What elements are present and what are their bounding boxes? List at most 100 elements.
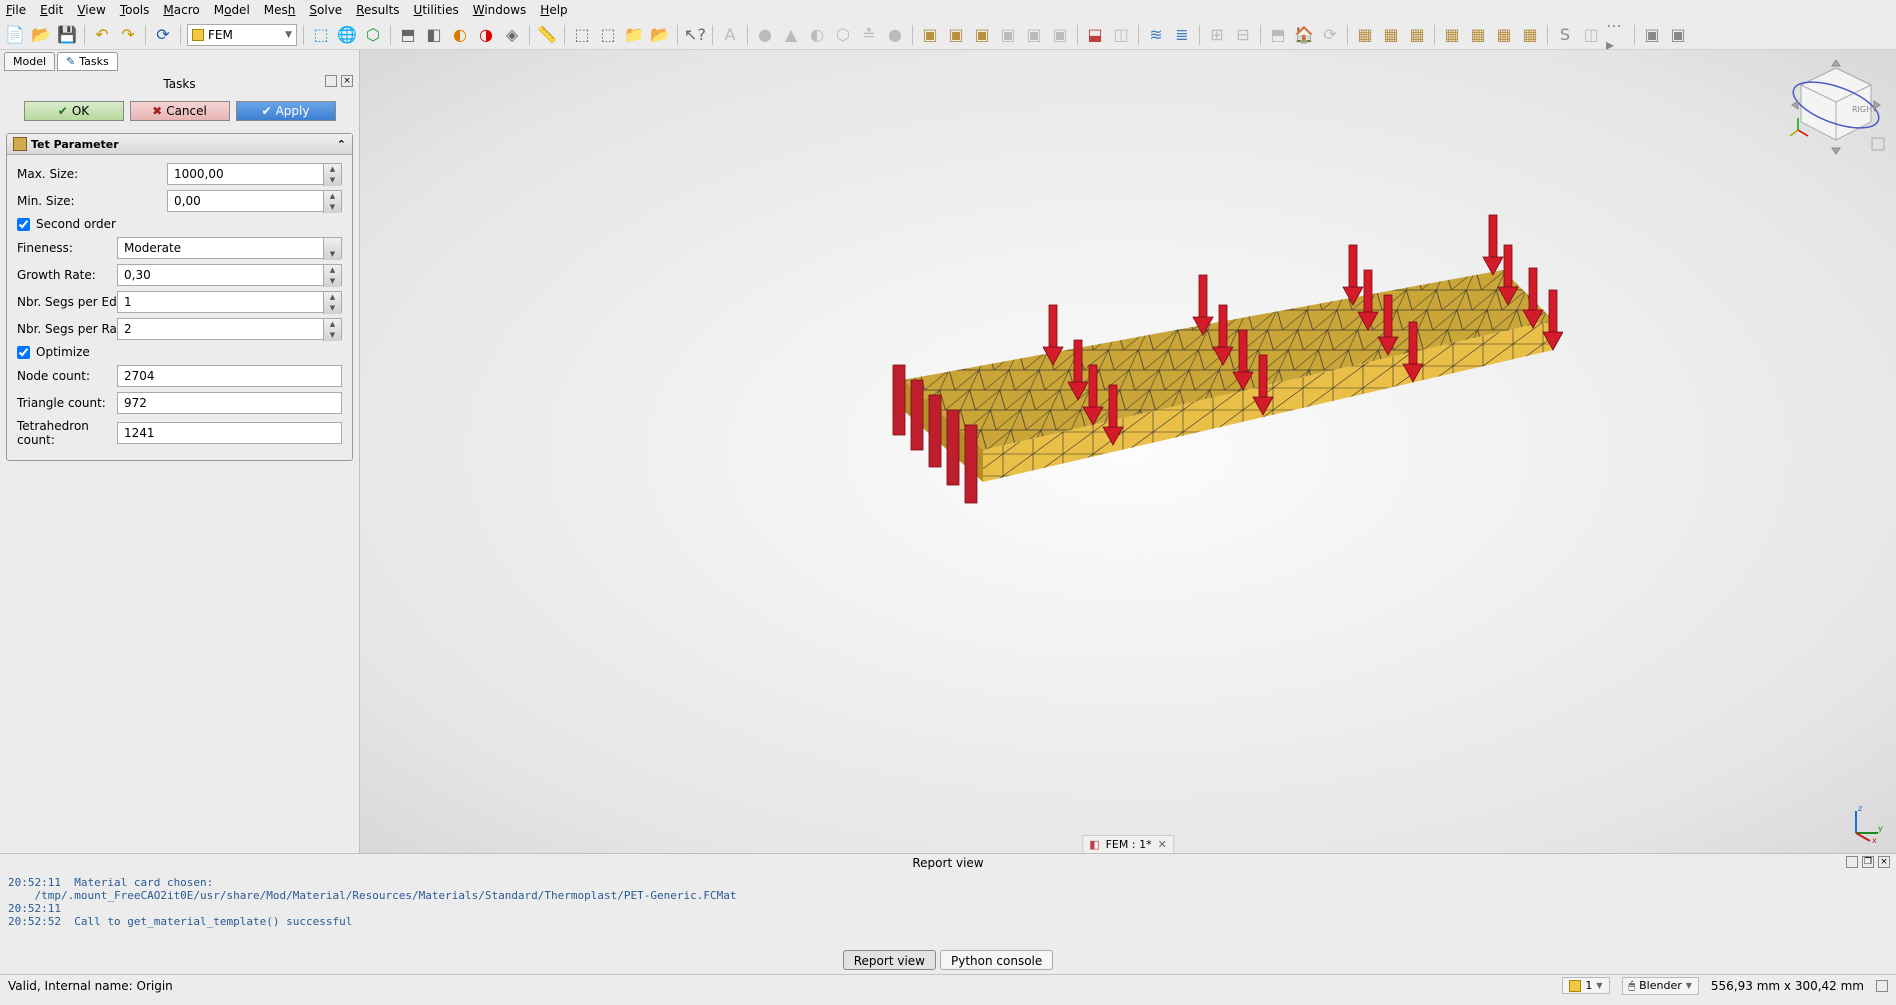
toolbar-icon-12[interactable]: 📂 (649, 24, 671, 46)
apply-button[interactable]: ✔ Apply (236, 101, 336, 121)
group-icon-2[interactable]: ▦ (1380, 24, 1402, 46)
menu-macro[interactable]: Macro (163, 3, 199, 17)
close-panel-icon[interactable]: × (341, 75, 353, 87)
menu-utilities[interactable]: Utilities (414, 3, 459, 17)
toolbar-icon-2[interactable]: 🌐 (336, 24, 358, 46)
3d-viewport[interactable]: RIGHT z (360, 50, 1896, 853)
undock-icon[interactable] (1846, 856, 1858, 868)
toolbar-icon-8[interactable]: ◈ (501, 24, 523, 46)
cube-icon-2[interactable]: ▣ (1667, 24, 1689, 46)
constraint-icon-2[interactable]: ◫ (1110, 24, 1132, 46)
segs-radius-input[interactable]: 2 ▲▼ (117, 318, 342, 340)
dropdown-icon[interactable]: ▼ (323, 238, 341, 260)
refresh-icon[interactable]: ⟳ (152, 24, 174, 46)
toolbar-icon-28[interactable]: 🏠 (1293, 24, 1315, 46)
group-icon-7[interactable]: ▦ (1519, 24, 1541, 46)
toolbar-icon-25[interactable]: ⊞ (1206, 24, 1228, 46)
toolbar-icon-33[interactable]: ⋯▸ (1606, 24, 1628, 46)
menu-mesh[interactable]: Mesh (264, 3, 296, 17)
box-icon-5[interactable]: ▣ (1023, 24, 1045, 46)
document-tab[interactable]: ◧ FEM : 1* ✕ (1082, 835, 1174, 853)
box-icon-6[interactable]: ▣ (1049, 24, 1071, 46)
workbench-selector[interactable]: FEM ▼ (187, 24, 297, 46)
menu-results[interactable]: Results (356, 3, 399, 17)
undock-icon[interactable] (325, 75, 337, 87)
toolbar-icon-5[interactable]: ◧ (423, 24, 445, 46)
menu-help[interactable]: Help (540, 3, 567, 17)
box-icon-4[interactable]: ▣ (997, 24, 1019, 46)
segs-edge-input[interactable]: 1 ▲▼ (117, 291, 342, 313)
s-icon[interactable]: S (1554, 24, 1576, 46)
menu-model[interactable]: Model (214, 3, 250, 17)
group-icon-3[interactable]: ▦ (1406, 24, 1428, 46)
spinner-buttons[interactable]: ▲▼ (323, 265, 341, 287)
menu-windows[interactable]: Windows (473, 3, 527, 17)
toolbar-icon-4[interactable]: ⬒ (397, 24, 419, 46)
menu-tools[interactable]: Tools (120, 3, 150, 17)
redo-icon[interactable]: ↷ (117, 24, 139, 46)
pointer-icon[interactable]: ↖? (684, 24, 706, 46)
cancel-button[interactable]: ✖ Cancel (130, 101, 230, 121)
sphere-icon[interactable]: ● (754, 24, 776, 46)
toolbar-icon-16[interactable]: ⬡ (832, 24, 854, 46)
spinner-buttons[interactable]: ▲▼ (323, 191, 341, 213)
toolbar-icon-29[interactable]: ⟳ (1319, 24, 1341, 46)
box-icon-1[interactable]: ▣ (919, 24, 941, 46)
toolbar-icon-3[interactable]: ⬡ (362, 24, 384, 46)
toolbar-icon-7[interactable]: ◑ (475, 24, 497, 46)
constraint-icon-1[interactable]: ⬓ (1084, 24, 1106, 46)
group-icon-5[interactable]: ▦ (1467, 24, 1489, 46)
toolbar-icon-6[interactable]: ◐ (449, 24, 471, 46)
stack-icon[interactable]: ≣ (1171, 24, 1193, 46)
tab-tasks[interactable]: ✎ Tasks (57, 52, 118, 71)
toolbar-icon-32[interactable]: ◫ (1580, 24, 1602, 46)
cube-icon-1[interactable]: ▣ (1641, 24, 1663, 46)
toolbar-icon-26[interactable]: ⊟ (1232, 24, 1254, 46)
box-icon-3[interactable]: ▣ (971, 24, 993, 46)
cone-icon[interactable]: ▲ (780, 24, 802, 46)
toolbar-icon-11[interactable]: 📁 (623, 24, 645, 46)
ok-button[interactable]: ✔ OK (24, 101, 124, 121)
restore-icon[interactable]: ❐ (1862, 856, 1874, 868)
text-icon[interactable]: A (719, 24, 741, 46)
toolbar-icon-15[interactable]: ◐ (806, 24, 828, 46)
wave-icon[interactable]: ≋ (1145, 24, 1167, 46)
new-icon[interactable]: 📄 (4, 24, 26, 46)
box-icon-2[interactable]: ▣ (945, 24, 967, 46)
toolbar-icon-18[interactable]: ● (884, 24, 906, 46)
group-icon-1[interactable]: ▦ (1354, 24, 1376, 46)
menu-edit[interactable]: Edit (40, 3, 63, 17)
menu-view[interactable]: View (77, 3, 105, 17)
status-end-icon[interactable] (1876, 980, 1888, 992)
toolbar-icon-9[interactable]: ⬚ (571, 24, 593, 46)
group-icon-4[interactable]: ▦ (1441, 24, 1463, 46)
report-content[interactable]: 20:52:11 Material card chosen: /tmp/.mou… (0, 872, 1896, 946)
save-icon[interactable]: 💾 (56, 24, 78, 46)
panel-title[interactable]: Tet Parameter ⌃ (7, 134, 352, 155)
navigation-cube[interactable]: RIGHT (1786, 60, 1886, 160)
menu-solve[interactable]: Solve (309, 3, 342, 17)
open-icon[interactable]: 📂 (30, 24, 52, 46)
fineness-select[interactable]: Moderate ▼ (117, 237, 342, 259)
close-doc-icon[interactable]: ✕ (1158, 838, 1167, 851)
toolbar-icon-27[interactable]: ⬒ (1267, 24, 1289, 46)
spinner-buttons[interactable]: ▲▼ (323, 292, 341, 314)
menu-file[interactable]: File (6, 3, 26, 17)
tab-python-console[interactable]: Python console (940, 950, 1053, 970)
toolbar-icon-1[interactable]: ⬚ (310, 24, 332, 46)
spinner-buttons[interactable]: ▲▼ (323, 164, 341, 186)
toolbar-icon-10[interactable]: ⬚ (597, 24, 619, 46)
ruler-icon[interactable]: 📏 (536, 24, 558, 46)
spinner-buttons[interactable]: ▲▼ (323, 319, 341, 341)
max-size-input[interactable]: 1000,00 ▲▼ (167, 163, 342, 185)
toolbar-icon-17[interactable]: ≛ (858, 24, 880, 46)
status-badge[interactable]: 1 ▼ (1562, 977, 1609, 994)
tab-model[interactable]: Model (4, 52, 55, 71)
growth-rate-input[interactable]: 0,30 ▲▼ (117, 264, 342, 286)
optimize-checkbox[interactable] (17, 346, 30, 359)
group-icon-6[interactable]: ▦ (1493, 24, 1515, 46)
tab-report-view[interactable]: Report view (843, 950, 936, 970)
second-order-checkbox[interactable] (17, 218, 30, 231)
undo-icon[interactable]: ↶ (91, 24, 113, 46)
collapse-icon[interactable]: ⌃ (337, 138, 346, 151)
